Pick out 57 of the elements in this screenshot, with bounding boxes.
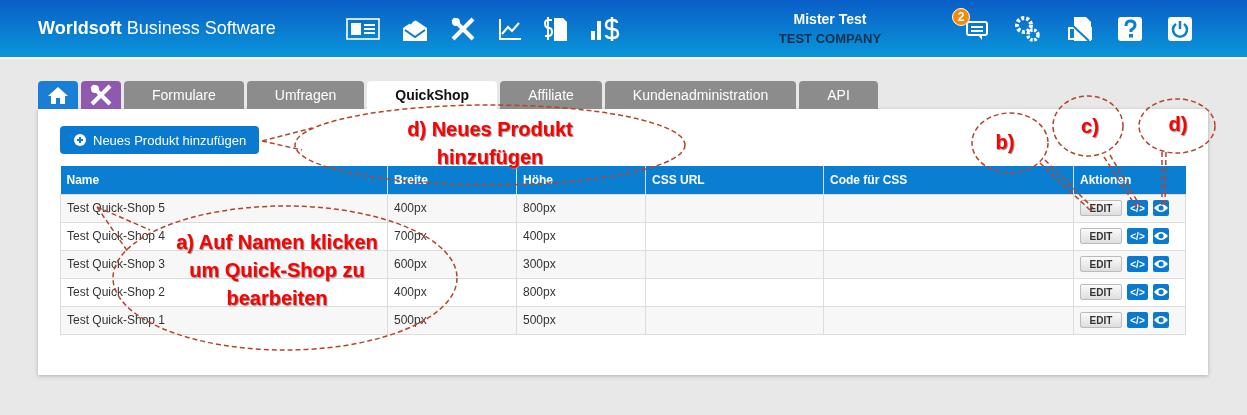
edit-button[interactable]: EDIT [1080, 200, 1122, 216]
table-cell: 500px [387, 306, 517, 334]
eye-icon[interactable] [1153, 312, 1169, 328]
bar-chart-dollar-icon[interactable] [590, 16, 620, 41]
table-cell: 700px [387, 222, 517, 250]
plus-circle-icon [74, 134, 86, 146]
eye-icon[interactable] [1153, 256, 1169, 272]
table-cell: 400px [387, 194, 517, 222]
notification-badge: 2 [952, 7, 970, 26]
gears-icon[interactable] [1014, 15, 1042, 42]
edit-button[interactable]: EDIT [1080, 256, 1122, 272]
column-header: CSS URL [645, 166, 824, 194]
table-cell: 400px [516, 222, 646, 250]
help-icon[interactable] [1118, 16, 1142, 41]
eye-icon[interactable] [1153, 228, 1169, 244]
home-tab[interactable] [38, 81, 78, 109]
add-product-button[interactable]: Neues Produkt hinzufügen [60, 126, 260, 154]
table-cell: 300px [516, 250, 646, 278]
power-icon[interactable] [1168, 16, 1192, 41]
code-button[interactable]: </> [1127, 228, 1148, 244]
shop-name-link[interactable]: Test Quick-Shop 3 [67, 257, 166, 271]
table-cell: 400px [387, 278, 517, 306]
column-header: Aktionen [1073, 166, 1186, 194]
edit-button[interactable]: EDIT [1080, 312, 1122, 328]
eye-icon[interactable] [1153, 200, 1169, 216]
tools-icon [89, 83, 113, 107]
tab[interactable]: QuickShop [367, 81, 498, 109]
callout-text: a) Auf Namen klicken um Quick-Shop zu bearbeiten [175, 230, 379, 311]
dollar-document-icon[interactable] [544, 15, 568, 42]
app-title: Worldsoft Business Software [38, 18, 277, 39]
company-name: TEST COMPANY [777, 31, 883, 46]
shop-name-link[interactable]: Test Quick-Shop 5 [67, 201, 166, 215]
table-cell: 500px [516, 306, 646, 334]
column-header: Name [60, 166, 388, 194]
callout-text: b) [994, 130, 1016, 155]
edit-button[interactable]: EDIT [1080, 228, 1122, 244]
edit-button[interactable]: EDIT [1080, 284, 1122, 300]
shop-name-link[interactable]: Test Quick-Shop 1 [67, 313, 166, 327]
home-icon [48, 86, 68, 104]
code-button[interactable]: </> [1127, 256, 1148, 272]
tools-tab[interactable] [81, 81, 121, 109]
tools-icon[interactable] [450, 15, 476, 42]
eye-icon[interactable] [1153, 284, 1169, 300]
column-header: Code für CSS [823, 166, 1074, 194]
code-button[interactable]: </> [1127, 312, 1148, 328]
contact-card-icon[interactable] [346, 17, 380, 40]
code-button[interactable]: </> [1127, 200, 1148, 216]
table-cell: 600px [387, 250, 517, 278]
table-cell: 800px [516, 278, 646, 306]
document-icon[interactable] [1068, 15, 1092, 42]
table-cell: 800px [516, 194, 646, 222]
callout-text: c) [1080, 114, 1100, 139]
line-chart-icon[interactable] [498, 17, 522, 40]
shop-name-link[interactable]: Test Quick-Shop 2 [67, 285, 166, 299]
code-button[interactable]: </> [1127, 284, 1148, 300]
user-name: Mister Test [792, 11, 868, 27]
callout-text: d) [1167, 112, 1189, 137]
